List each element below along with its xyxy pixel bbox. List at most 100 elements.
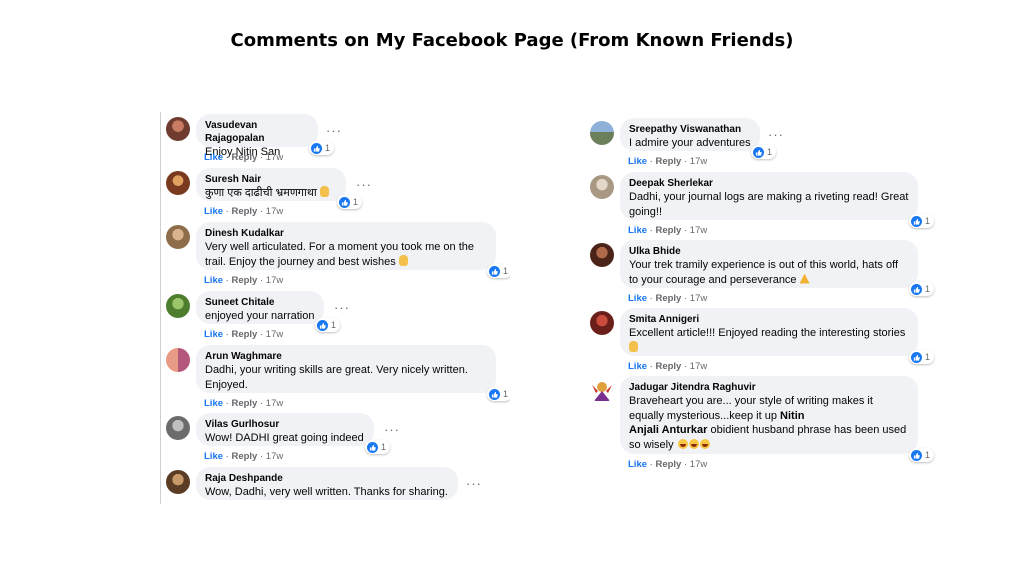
mention-tag[interactable]: Nitin <box>780 410 804 422</box>
reply-link[interactable]: Reply <box>655 156 681 167</box>
commenter-name[interactable]: Ulka Bhide <box>629 245 909 258</box>
comment-age[interactable]: 17w <box>690 361 707 372</box>
avatar[interactable] <box>166 470 190 494</box>
comment-actions: Like · Reply · 17w <box>628 225 708 236</box>
comment-bubble: Suresh Nair कुणा एक दाढीची भ्रमणगाथा 1 <box>196 168 362 209</box>
like-link[interactable]: Like <box>204 206 223 217</box>
avatar[interactable] <box>590 243 614 267</box>
reaction-count[interactable]: 1 <box>908 214 934 228</box>
commenter-name[interactable]: Vasudevan Rajagopalan <box>205 119 309 145</box>
reaction-count[interactable]: 1 <box>486 387 510 401</box>
like-reaction-icon <box>910 351 922 363</box>
avatar[interactable] <box>166 294 190 318</box>
comment-age[interactable]: 17w <box>690 225 707 236</box>
reply-link[interactable]: Reply <box>231 329 257 340</box>
reaction-count[interactable]: 1 <box>336 195 362 209</box>
comment-age[interactable]: 17w <box>266 329 283 340</box>
commenter-name[interactable]: Vilas Gurlhosur <box>205 418 365 431</box>
comment-actions: Like · Reply · 17w <box>204 275 284 286</box>
like-link[interactable]: Like <box>204 275 223 286</box>
commenter-name[interactable]: Jadugar Jitendra Raghuvir <box>629 381 909 394</box>
comment-bubble: Vilas Gurlhosur Wow! DADHI great going i… <box>196 413 390 454</box>
reply-link[interactable]: Reply <box>655 361 681 372</box>
comment-text: equally mysterious...keep it up <box>629 409 777 422</box>
reaction-count[interactable]: 1 <box>908 282 934 296</box>
like-link[interactable]: Like <box>628 156 647 167</box>
more-options-icon[interactable]: ··· <box>326 124 342 137</box>
commenter-name[interactable]: Suneet Chitale <box>205 296 315 309</box>
like-reaction-icon <box>910 449 922 461</box>
reply-link[interactable]: Reply <box>231 152 257 163</box>
commenter-name[interactable]: Dinesh Kudalkar <box>205 227 487 240</box>
like-link[interactable]: Like <box>628 225 647 236</box>
like-link[interactable]: Like <box>628 361 647 372</box>
more-options-icon[interactable]: ··· <box>384 423 400 436</box>
avatar[interactable] <box>166 171 190 195</box>
commenter-name[interactable]: Deepak Sherlekar <box>629 177 909 190</box>
comment-age[interactable]: 17w <box>690 459 707 470</box>
page-title: Comments on My Facebook Page (From Known… <box>230 30 794 51</box>
reply-link[interactable]: Reply <box>655 225 681 236</box>
avatar[interactable] <box>166 225 190 249</box>
like-link[interactable]: Like <box>204 329 223 340</box>
reaction-count[interactable]: 1 <box>908 350 934 364</box>
like-reaction-icon <box>310 142 322 154</box>
comment-age[interactable]: 17w <box>266 398 283 409</box>
comment-text: so wisely <box>629 438 674 451</box>
like-reaction-icon <box>488 388 500 400</box>
comment-text: trail. Enjoy the journey and best wishes <box>205 255 396 268</box>
laughing-emoji-icon <box>699 438 710 449</box>
reply-link[interactable]: Reply <box>655 293 681 304</box>
reaction-count[interactable]: 1 <box>908 448 934 462</box>
reaction-count[interactable]: 1 <box>314 318 340 332</box>
avatar[interactable] <box>590 121 614 145</box>
commenter-name[interactable]: Raja Deshpande <box>205 472 449 485</box>
comment-age[interactable]: 17w <box>690 293 707 304</box>
comment-actions: Like · Reply · 17w <box>628 293 708 304</box>
reaction-count[interactable]: 1 <box>750 145 776 159</box>
commenter-name[interactable]: Sreepathy Viswanathan <box>629 123 751 136</box>
reaction-count[interactable]: 1 <box>364 440 390 454</box>
more-options-icon[interactable]: ··· <box>356 178 372 191</box>
like-reaction-icon <box>910 215 922 227</box>
avatar[interactable] <box>590 379 614 403</box>
comment-text: Dadhi, your journal logs are making a ri… <box>629 191 909 203</box>
avatar[interactable] <box>166 416 190 440</box>
comment-text: Very well articulated. For a moment you … <box>205 241 475 253</box>
reaction-count[interactable]: 1 <box>486 264 510 278</box>
reply-link[interactable]: Reply <box>231 398 257 409</box>
commenter-name[interactable]: Arun Waghmare <box>205 350 487 363</box>
reply-link[interactable]: Reply <box>655 459 681 470</box>
like-reaction-icon <box>488 265 500 277</box>
more-options-icon[interactable]: ··· <box>334 301 350 314</box>
comment-age[interactable]: 17w <box>266 206 283 217</box>
comment-age[interactable]: 17w <box>266 451 283 462</box>
reply-link[interactable]: Reply <box>231 206 257 217</box>
comment-age[interactable]: 17w <box>690 156 707 167</box>
comment-text: Wow! DADHI great going indeed <box>205 432 364 444</box>
commenter-name[interactable]: Smita Annigeri <box>629 313 909 326</box>
avatar[interactable] <box>166 117 190 141</box>
reaction-count[interactable]: 1 <box>308 141 334 155</box>
comment-age[interactable]: 17w <box>266 152 283 163</box>
reply-link[interactable]: Reply <box>231 451 257 462</box>
like-link[interactable]: Like <box>204 451 223 462</box>
avatar[interactable] <box>590 175 614 199</box>
comment-text: obidient husband phrase has been used <box>710 424 907 436</box>
comment-bubble: Arun Waghmare Dadhi, your writing skills… <box>196 345 510 401</box>
like-link[interactable]: Like <box>204 152 223 163</box>
more-options-icon[interactable]: ··· <box>768 128 784 141</box>
avatar[interactable] <box>166 348 190 372</box>
avatar[interactable] <box>590 311 614 335</box>
comment-text: Your trek tramily experience is out of t… <box>629 259 899 271</box>
like-link[interactable]: Like <box>628 293 647 304</box>
comment-bubble: Dinesh Kudalkar Very well articulated. F… <box>196 222 510 278</box>
reply-link[interactable]: Reply <box>231 275 257 286</box>
more-options-icon[interactable]: ··· <box>466 477 482 490</box>
like-link[interactable]: Like <box>628 459 647 470</box>
comment-age[interactable]: 17w <box>266 275 283 286</box>
comment-actions: Like · Reply · 17w <box>628 361 708 372</box>
commenter-name[interactable]: Suresh Nair <box>205 173 337 186</box>
mention-tag[interactable]: Anjali Anturkar <box>629 424 707 436</box>
like-link[interactable]: Like <box>204 398 223 409</box>
